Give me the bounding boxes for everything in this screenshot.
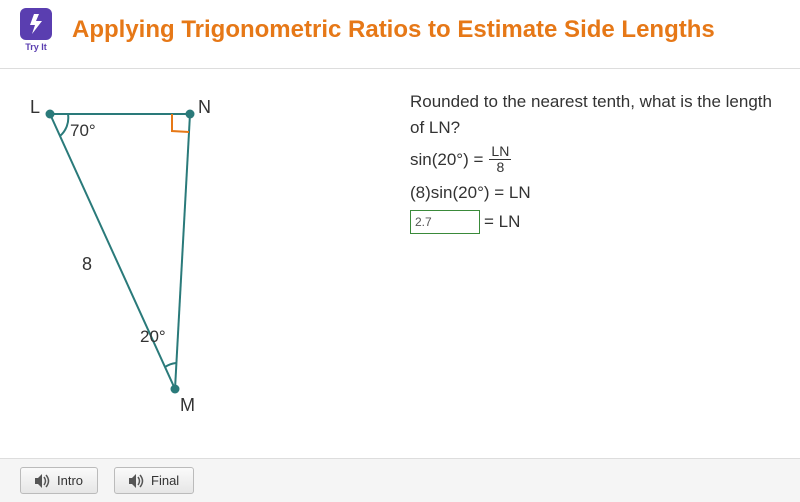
label-N: N <box>198 97 211 118</box>
equation-2: (8)sin(20°) = LN <box>410 180 780 206</box>
question-prompt: Rounded to the nearest tenth, what is th… <box>410 89 780 140</box>
label-M: M <box>180 395 195 416</box>
header: Try It Applying Trigonometric Ratios to … <box>0 0 800 68</box>
speaker-icon <box>129 474 145 488</box>
answer-input[interactable] <box>410 210 480 234</box>
content: L N M 70° 20° 8 Rounded to the nearest t… <box>0 69 800 459</box>
vertex-L <box>46 110 55 119</box>
eq1-fraction: LN 8 <box>489 144 511 176</box>
eq1-denominator: 8 <box>494 160 506 175</box>
equation-1: sin(20°) = LN 8 <box>410 144 780 176</box>
equation-3: = LN <box>410 209 780 235</box>
try-it-label: Try It <box>25 42 47 52</box>
label-L: L <box>30 97 40 118</box>
bottom-bar: Intro Final <box>0 458 800 502</box>
eq1-numerator: LN <box>489 144 511 160</box>
question-panel: Rounded to the nearest tenth, what is th… <box>400 89 780 439</box>
intro-button[interactable]: Intro <box>20 467 98 494</box>
intro-button-label: Intro <box>57 473 83 488</box>
page-title: Applying Trigonometric Ratios to Estimat… <box>72 16 715 44</box>
angle-arc-L <box>60 114 68 136</box>
eq1-lhs: sin(20°) = <box>410 147 483 173</box>
angle-M-label: 20° <box>140 327 166 347</box>
side-LM-label: 8 <box>82 254 92 275</box>
diagram-panel: L N M 70° 20° 8 <box>20 89 400 439</box>
try-it-icon <box>20 8 52 40</box>
angle-arc-M <box>165 363 176 367</box>
edge-NM <box>175 114 190 389</box>
vertex-M <box>171 385 180 394</box>
final-button[interactable]: Final <box>114 467 194 494</box>
eq3-rhs: = LN <box>484 209 520 235</box>
try-it-badge: Try It <box>20 8 52 52</box>
angle-L-label: 70° <box>70 121 96 141</box>
vertex-N <box>186 110 195 119</box>
speaker-icon <box>35 474 51 488</box>
final-button-label: Final <box>151 473 179 488</box>
edge-ML <box>50 114 175 389</box>
